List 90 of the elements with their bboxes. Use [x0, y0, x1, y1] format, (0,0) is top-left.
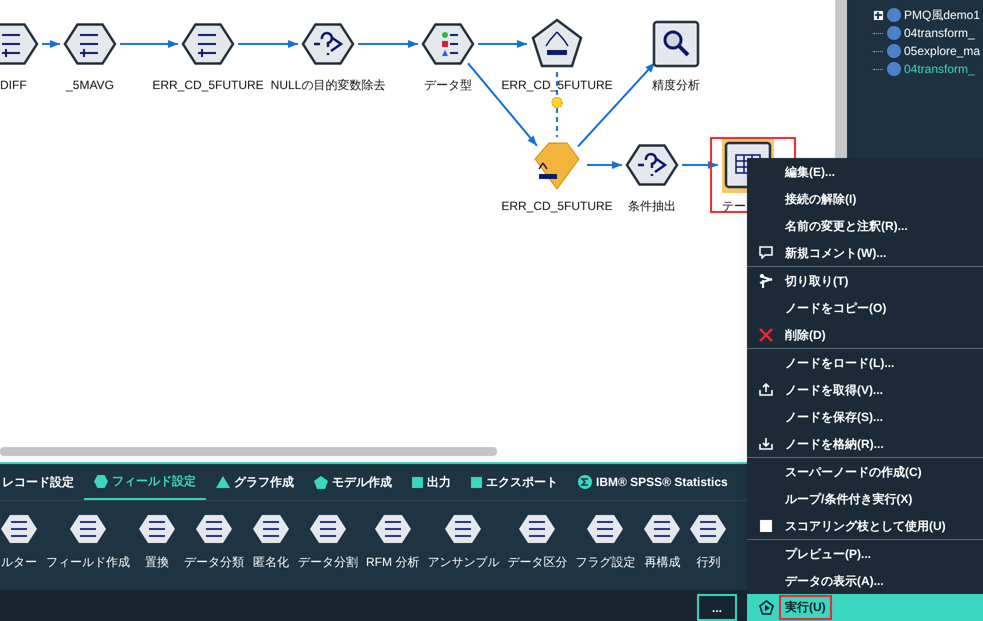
menu-item[interactable]: 新規コメント(W)... [747, 239, 983, 266]
palette-node-icon[interactable] [518, 513, 556, 545]
select-node[interactable] [626, 144, 678, 186]
node-label: ERR_CD_5FUTURE [152, 77, 264, 94]
tree-item[interactable]: 05explore_ma [904, 42, 980, 60]
hexagon-icon [94, 474, 108, 488]
palette-tab[interactable]: モデル作成 [304, 464, 402, 500]
square-icon [759, 518, 773, 532]
palette-node-icon[interactable] [69, 513, 107, 545]
palette-tab[interactable]: エクスポート [461, 464, 568, 500]
node-label: _5MAVG [66, 77, 114, 94]
delete-icon [759, 328, 773, 342]
square-icon [412, 476, 423, 488]
palette-node-icon[interactable] [0, 513, 38, 545]
menu-item[interactable]: データの表示(A)... [747, 567, 983, 594]
triangle-icon [216, 476, 230, 488]
palette-node-label: RFM 分析 [366, 554, 420, 571]
palette-node-label: 置換 [145, 554, 169, 571]
node-label: ERR_CD_5FUTURE [501, 77, 613, 94]
run-icon [758, 600, 774, 615]
sigma-icon [578, 475, 592, 489]
node-label: ERR_CD_5FUTURE [501, 198, 613, 215]
menu-item[interactable]: ノードをロード(L)... [747, 349, 983, 376]
menu-item[interactable]: 名前の変更と注釈(R)... [747, 212, 983, 239]
palette-node-icon[interactable] [309, 513, 347, 545]
type-node[interactable] [422, 23, 474, 65]
palette-node-label: 匿名化 [253, 554, 289, 571]
tree-item[interactable]: 04transform_ [904, 60, 975, 78]
palette-node-label: 行列 [696, 554, 720, 571]
sun-icon [551, 96, 563, 108]
menu-item[interactable]: 切り取り(T) [747, 267, 983, 294]
palette-tab[interactable]: 出力 [402, 464, 461, 500]
palette-node-icon[interactable] [643, 513, 682, 545]
menu-item[interactable]: ノードを格納(R)... [747, 430, 983, 457]
palette-node-icon[interactable] [689, 513, 728, 545]
menu-item[interactable]: スーパーノードの作成(C) [747, 458, 983, 485]
menu-item[interactable]: ノードをコピー(O) [747, 294, 983, 321]
expand-icon[interactable] [874, 10, 882, 20]
menu-item[interactable]: 実行(U) [747, 594, 983, 621]
node-label: 条件抽出 [628, 198, 676, 215]
menu-item[interactable]: ループ/条件付き実行(X) [747, 485, 983, 512]
palette-node-icon[interactable] [138, 513, 176, 545]
more-button[interactable]: ... [697, 594, 737, 621]
pentagon-icon [314, 476, 328, 488]
menu-item[interactable]: スコアリング枝として使用(U) [747, 512, 983, 539]
download-icon [759, 437, 773, 450]
node-label: データ型 [424, 77, 472, 94]
palette-node-label: データ分割 [298, 554, 358, 571]
palette-node-icon[interactable] [374, 513, 412, 545]
analysis-node[interactable] [652, 20, 700, 68]
node-label: 精度分析 [652, 77, 700, 94]
palette-node-label: 再構成 [644, 554, 680, 571]
derive-node[interactable] [0, 23, 38, 65]
palette-node-label: データ区分 [507, 554, 568, 571]
derive-node[interactable] [64, 23, 116, 65]
menu-item[interactable]: 削除(D) [747, 321, 983, 348]
palette-node-icon[interactable] [195, 513, 233, 545]
palette-node-label: ルター [1, 554, 37, 571]
palette-node-label: フィールド作成 [46, 554, 130, 571]
select-node[interactable] [302, 23, 354, 65]
menu-item[interactable]: 接続の解除(I) [747, 185, 983, 212]
square-icon [471, 476, 482, 488]
palette-tab[interactable]: レコード設定 [0, 464, 84, 500]
palette-tab[interactable]: IBM® SPSS® Statistics [568, 464, 738, 500]
palette-tab[interactable]: グラフ作成 [206, 464, 304, 500]
upload-icon [759, 383, 773, 396]
horizontal-scrollbar[interactable] [0, 447, 497, 456]
chaid-node[interactable] [532, 18, 582, 68]
menu-item[interactable]: ノードを取得(V)... [747, 376, 983, 403]
node-label: NULLの目的変数除去 [270, 77, 386, 94]
palette-node-icon[interactable] [586, 513, 624, 545]
stream-icon [887, 26, 901, 40]
tree-item[interactable]: 04transform_ [904, 24, 975, 42]
palette-node-icon[interactable] [444, 513, 482, 545]
menu-item[interactable]: ノードを保存(S)... [747, 403, 983, 430]
stream-icon [887, 62, 901, 76]
node-label: テー [722, 198, 746, 215]
stream-icon [887, 8, 901, 22]
palette-node-label: フラグ設定 [575, 554, 636, 571]
comment-icon [759, 246, 773, 259]
node-label: DIFF [0, 77, 27, 94]
model-nugget[interactable] [534, 142, 580, 190]
palette-node-label: アンサンブル [427, 554, 500, 571]
menu-item[interactable]: 編集(E)... [747, 158, 983, 185]
derive-node[interactable] [182, 23, 234, 65]
palette-node-icon[interactable] [252, 513, 290, 545]
tree-item[interactable]: PMQ風demo1 [904, 6, 980, 24]
stream-icon [887, 44, 901, 58]
menu-item[interactable]: プレビュー(P)... [747, 540, 983, 567]
palette-node-label: データ分類 [184, 554, 244, 571]
